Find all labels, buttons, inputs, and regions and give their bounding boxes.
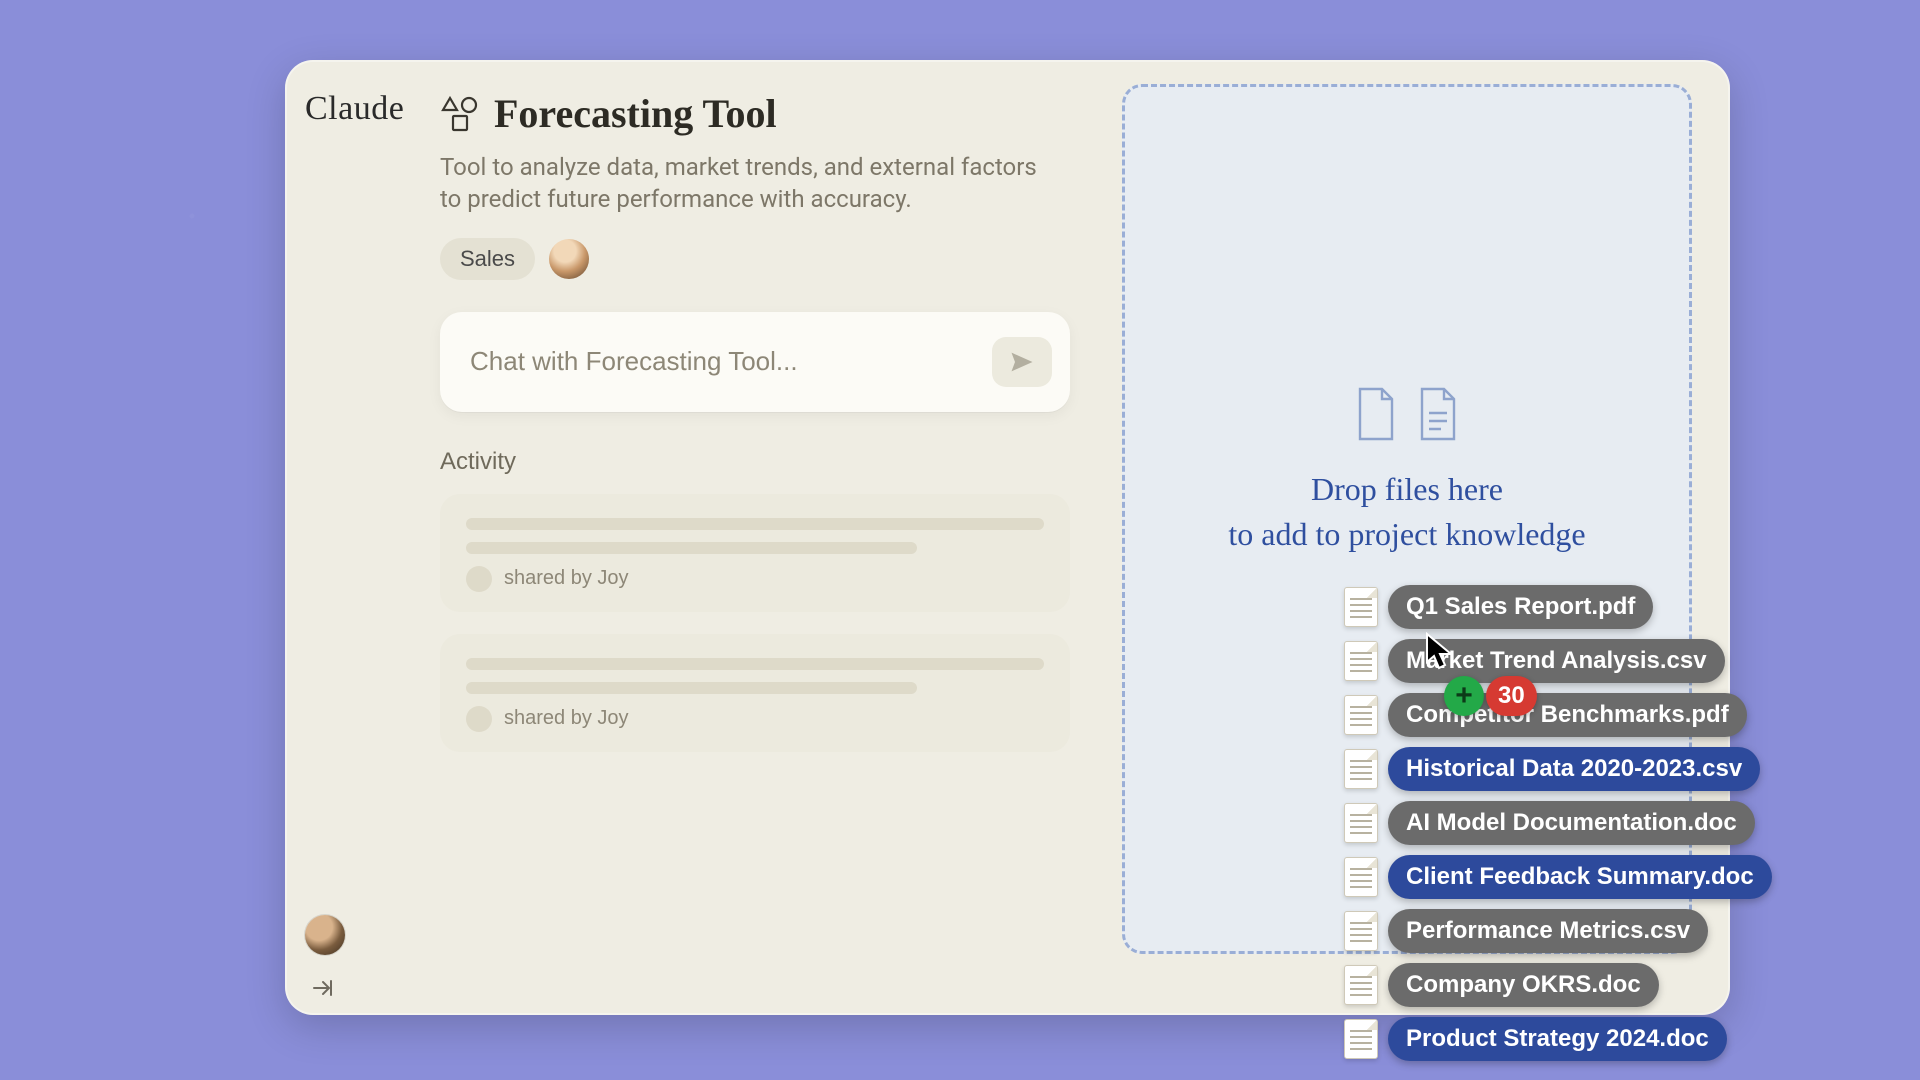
- skeleton-line: [466, 542, 917, 554]
- file-icon: [1344, 587, 1378, 627]
- send-button[interactable]: [992, 337, 1052, 387]
- brand-logo: Claude: [305, 90, 404, 128]
- dropzone-line2: to add to project knowledge: [1228, 512, 1585, 557]
- page-description: Tool to analyze data, market trends, and…: [440, 151, 1040, 216]
- file-name-pill: Competitor Benchmarks.pdf: [1388, 693, 1747, 737]
- shared-by-row: shared by Joy: [466, 706, 1044, 732]
- dragged-file: Market Trend Analysis.csv: [1344, 639, 1772, 683]
- shared-by-text: shared by Joy: [504, 567, 629, 590]
- chat-placeholder: Chat with Forecasting Tool...: [470, 346, 798, 377]
- skeleton-line: [466, 682, 917, 694]
- project-tag[interactable]: Sales: [440, 238, 535, 280]
- file-icon: [1344, 695, 1378, 735]
- shapes-icon: [440, 94, 480, 134]
- send-icon: [1008, 348, 1036, 376]
- skeleton-line: [466, 658, 1044, 670]
- main-column: Forecasting Tool Tool to analyze data, m…: [440, 90, 1070, 774]
- page-title: Forecasting Tool: [494, 90, 777, 137]
- project-member-avatar[interactable]: [549, 239, 589, 279]
- activity-item[interactable]: shared by Joy: [440, 634, 1070, 752]
- dragged-file: Competitor Benchmarks.pdf: [1344, 693, 1772, 737]
- file-name-pill: Historical Data 2020-2023.csv: [1388, 747, 1760, 791]
- file-icon: [1344, 965, 1378, 1005]
- current-user-avatar[interactable]: [305, 915, 345, 955]
- dropzone-text: Drop files here to add to project knowle…: [1228, 467, 1585, 557]
- collapse-sidebar-button[interactable]: [309, 975, 335, 1001]
- title-row: Forecasting Tool: [440, 90, 1070, 137]
- chat-input-box[interactable]: Chat with Forecasting Tool...: [440, 312, 1070, 412]
- file-name-pill: AI Model Documentation.doc: [1388, 801, 1755, 845]
- document-lines-icon: [1416, 387, 1460, 441]
- drag-count-badge: 30: [1486, 676, 1537, 716]
- file-name-pill: Q1 Sales Report.pdf: [1388, 585, 1653, 629]
- file-name-pill: Performance Metrics.csv: [1388, 909, 1708, 953]
- dragged-file: AI Model Documentation.doc: [1344, 801, 1772, 845]
- dropzone-line1: Drop files here: [1228, 467, 1585, 512]
- skeleton-avatar: [466, 706, 492, 732]
- dragged-file: Company OKRS.doc: [1344, 963, 1772, 1007]
- document-blank-icon: [1354, 387, 1398, 441]
- file-icon: [1344, 911, 1378, 951]
- cursor-pointer-icon: [1425, 632, 1453, 670]
- dragged-file: Historical Data 2020-2023.csv: [1344, 747, 1772, 791]
- activity-item[interactable]: shared by Joy: [440, 494, 1070, 612]
- file-icon: [1344, 641, 1378, 681]
- shared-by-text: shared by Joy: [504, 707, 629, 730]
- file-name-pill: Client Feedback Summary.doc: [1388, 855, 1772, 899]
- file-name-pill: Company OKRS.doc: [1388, 963, 1659, 1007]
- activity-heading: Activity: [440, 448, 1070, 476]
- file-icon: [1344, 1019, 1378, 1059]
- dragged-file: Performance Metrics.csv: [1344, 909, 1772, 953]
- dragged-file: Q1 Sales Report.pdf: [1344, 585, 1772, 629]
- file-icon: [1344, 803, 1378, 843]
- collapse-icon: [310, 976, 334, 1000]
- tag-row: Sales: [440, 238, 1070, 280]
- drag-add-badge: +: [1444, 676, 1484, 716]
- dropzone-icons: [1354, 387, 1460, 441]
- skeleton-line: [466, 518, 1044, 530]
- file-icon: [1344, 749, 1378, 789]
- file-name-pill: Product Strategy 2024.doc: [1388, 1017, 1727, 1061]
- skeleton-avatar: [466, 566, 492, 592]
- shared-by-row: shared by Joy: [466, 566, 1044, 592]
- dragged-file: Product Strategy 2024.doc: [1344, 1017, 1772, 1061]
- file-icon: [1344, 857, 1378, 897]
- dragged-files-stack: Q1 Sales Report.pdf Market Trend Analysis…: [1344, 585, 1772, 1061]
- dragged-file: Client Feedback Summary.doc: [1344, 855, 1772, 899]
